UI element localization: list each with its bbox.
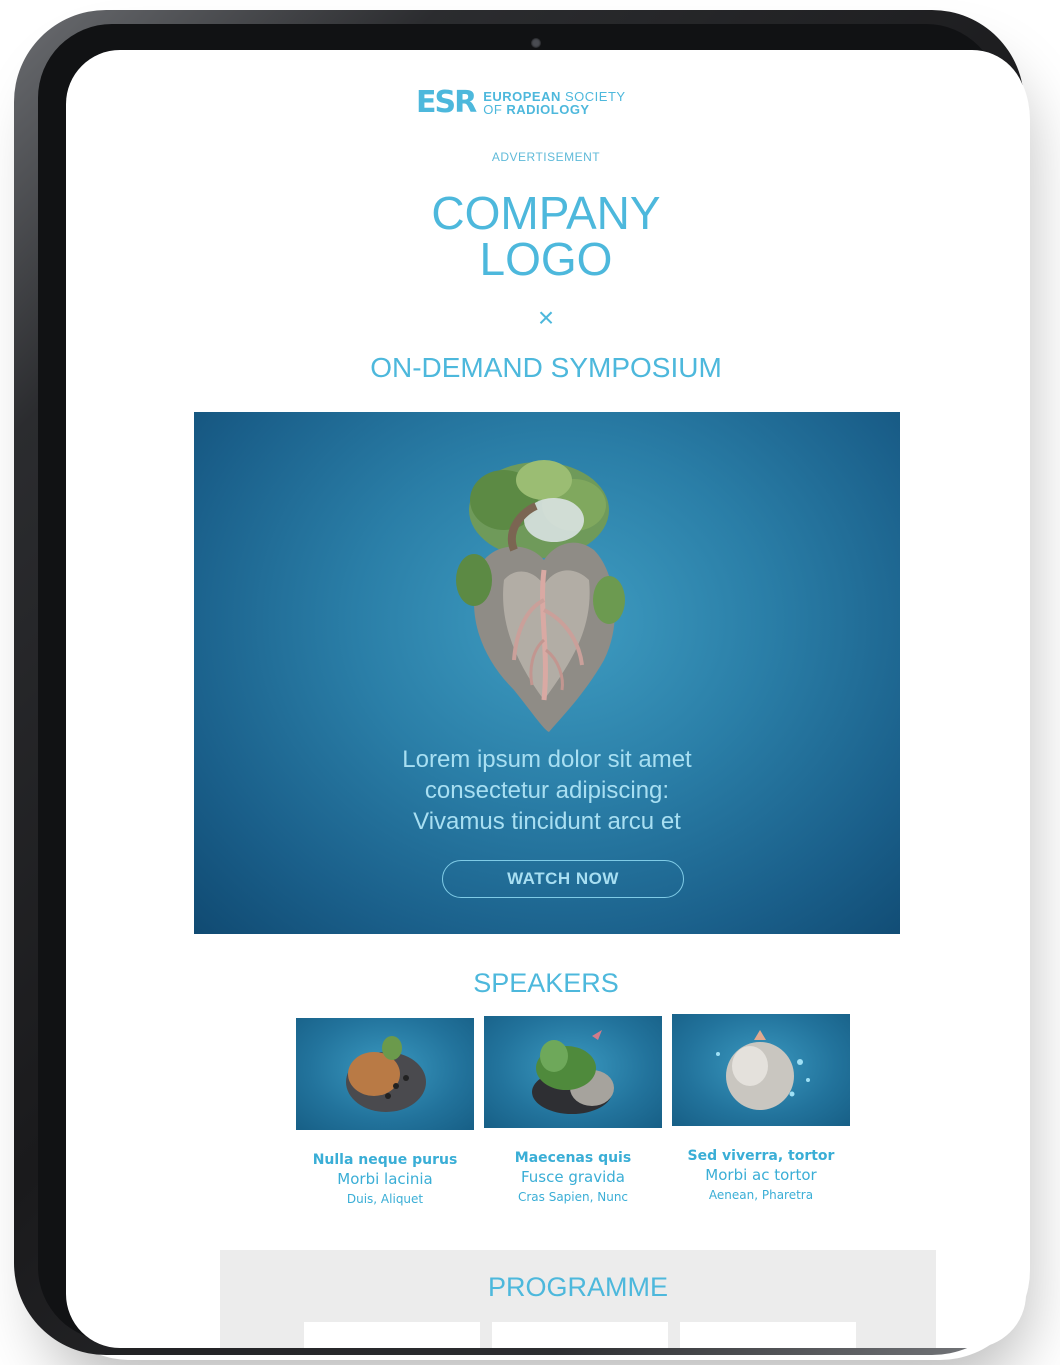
tablet-frame: ESR EUROPEAN SOCIETY OF RADIOLOGY ADVERT… <box>14 10 1026 1355</box>
speaker-role: Morbi ac tortor <box>705 1166 817 1184</box>
watch-now-button[interactable]: WATCH NOW <box>442 860 684 898</box>
speaker-org: Cras Sapien, Nunc <box>517 1190 629 1204</box>
speaker-role: Fusce gravida <box>520 1168 625 1186</box>
programme-card-3[interactable] <box>680 1322 856 1348</box>
company-logo: COMPANY LOGO <box>431 187 661 285</box>
programme-section: PROGRAMME <box>220 1250 936 1348</box>
hero-line-2: consectetur adipiscing: <box>424 777 670 804</box>
speaker-name: Nulla neque purus <box>312 1152 458 1168</box>
hero-text: Lorem ipsum dolor sit amet consectetur a… <box>194 744 900 837</box>
programme-card-2[interactable] <box>492 1322 668 1348</box>
speaker-image-3 <box>672 1014 850 1126</box>
org-line2-bold: RADIOLOGY <box>506 102 590 117</box>
speaker-card-3[interactable]: Sed viverra, tortor Morbi ac tortor Aene… <box>672 1014 850 1202</box>
hero-line-3: Vivamus tincidunt arcu et <box>413 808 681 835</box>
speaker-org: Aenean, Pharetra <box>708 1188 814 1202</box>
hero-banner[interactable]: Lorem ipsum dolor sit amet consectetur a… <box>194 412 900 934</box>
symposium-title: ON-DEMAND SYMPOSIUM <box>370 352 722 383</box>
speaker-card-2[interactable]: Maecenas quis Fusce gravida Cras Sapien,… <box>484 1016 662 1204</box>
programme-card-1[interactable] <box>304 1322 480 1348</box>
esr-mark-icon: ESR <box>416 85 477 120</box>
speaker-image-1 <box>296 1018 474 1130</box>
org-line2-light: OF <box>483 102 507 117</box>
speaker-image-2 <box>484 1016 662 1128</box>
esr-logo[interactable]: ESR EUROPEAN SOCIETY OF RADIOLOGY <box>416 87 626 119</box>
stage: ESR EUROPEAN SOCIETY OF RADIOLOGY ADVERT… <box>0 0 1060 1365</box>
speaker-name: Maecenas quis <box>514 1150 632 1166</box>
speaker-org: Duis, Aliquet <box>346 1192 424 1206</box>
speaker-card-1[interactable]: Nulla neque purus Morbi lacinia Duis, Al… <box>296 1018 474 1206</box>
email-screen[interactable]: ESR EUROPEAN SOCIETY OF RADIOLOGY ADVERT… <box>66 50 1026 1348</box>
esr-wordmark: EUROPEAN SOCIETY OF RADIOLOGY <box>483 90 625 116</box>
camera-icon <box>531 38 541 48</box>
speaker-name: Sed viverra, tortor <box>687 1148 835 1164</box>
heart-island-illustration <box>456 460 625 732</box>
speakers-title: SPEAKERS <box>473 968 619 998</box>
programme-title: PROGRAMME <box>487 1272 668 1302</box>
speaker-role: Morbi lacinia <box>337 1170 433 1188</box>
cross-icon: × <box>537 302 555 333</box>
advertisement-label: ADVERTISEMENT <box>491 150 601 164</box>
hero-line-1: Lorem ipsum dolor sit amet <box>402 746 692 773</box>
